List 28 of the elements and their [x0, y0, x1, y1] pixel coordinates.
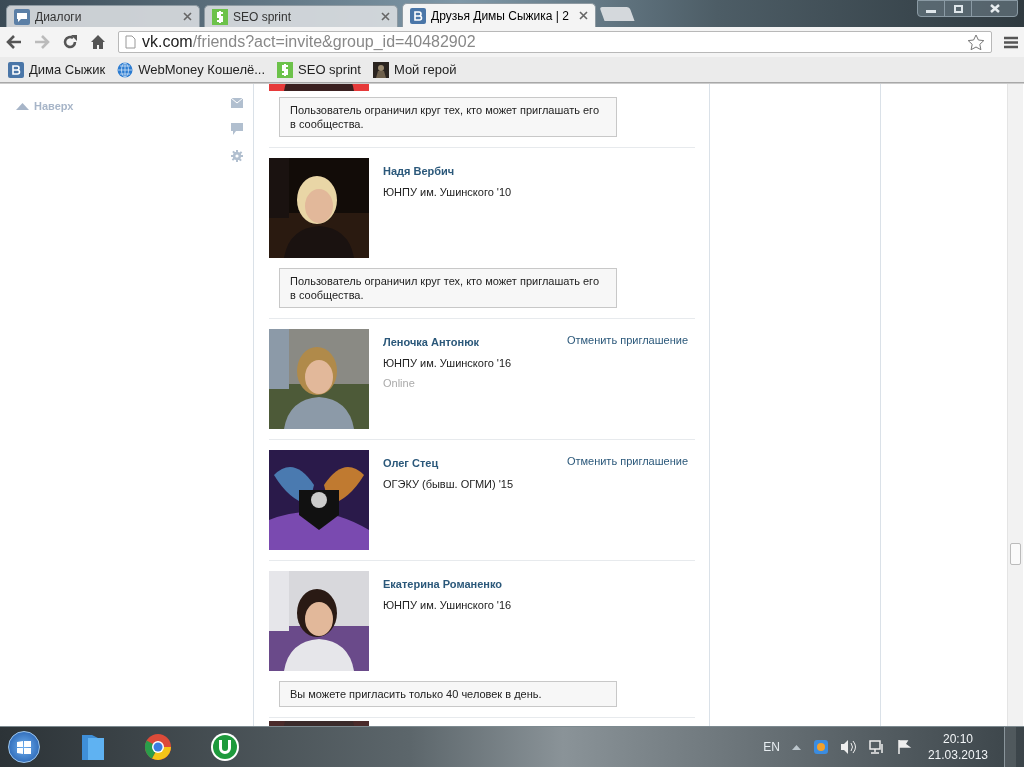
friend-name[interactable]: Екатерина Романенко	[383, 576, 695, 593]
browser-tab[interactable]: Диалоги	[6, 5, 200, 27]
bookmark[interactable]: Дима Сыжик	[8, 59, 106, 80]
address-bar[interactable]: vk.com/friends?act=invite&group_id=40482902	[118, 31, 992, 53]
language-indicator[interactable]: EN	[763, 738, 780, 756]
bookmark[interactable]: WebMoney Кошелё...	[117, 59, 266, 80]
bookmark[interactable]: Мой герой	[372, 59, 457, 80]
tab-title: SEO sprint	[233, 8, 293, 26]
browser-tab[interactable]: Друзья Димы Сыжика | 2	[402, 3, 596, 27]
notice-message: Вы можете пригласить только 40 человек в день.	[279, 681, 617, 707]
url-text: vk.com/friends?act=invite&group_id=40482902	[142, 32, 477, 52]
online-status: Online	[383, 376, 416, 391]
university-text: ЮНПУ им. Ушинского '16	[383, 355, 513, 371]
friend-name[interactable]: Олег Стец	[383, 455, 567, 472]
tab-title: Диалоги	[35, 8, 83, 26]
university-text: ОГЭКУ (бывш. ОГМИ) '15	[383, 476, 515, 492]
browser-tab[interactable]: SEO sprint	[204, 5, 398, 27]
cancel-invitation-link[interactable]: Отменить приглашение	[566, 450, 695, 470]
clock[interactable]: 20:10 21.03.2013	[923, 731, 992, 763]
notice-message: Пользователь ограничил круг тех, кто может приглашать его в сообщества.	[279, 97, 617, 137]
bookmark[interactable]: SEO sprint	[277, 59, 361, 80]
tab-title: Друзья Димы Сыжика | 2	[431, 7, 570, 25]
university-text: ЮНПУ им. Ушинского '16	[383, 597, 513, 613]
friend-name[interactable]: Надя Вербич	[383, 163, 695, 180]
university-text: ЮНПУ им. Ушинского '10	[383, 184, 513, 200]
friend-name[interactable]: Леночка Антонюк	[383, 334, 567, 351]
notice-message: Пользователь ограничил круг тех, кто может приглашать его в сообщества.	[279, 268, 617, 308]
cancel-invitation-link[interactable]: Отменить приглашение	[566, 329, 695, 349]
